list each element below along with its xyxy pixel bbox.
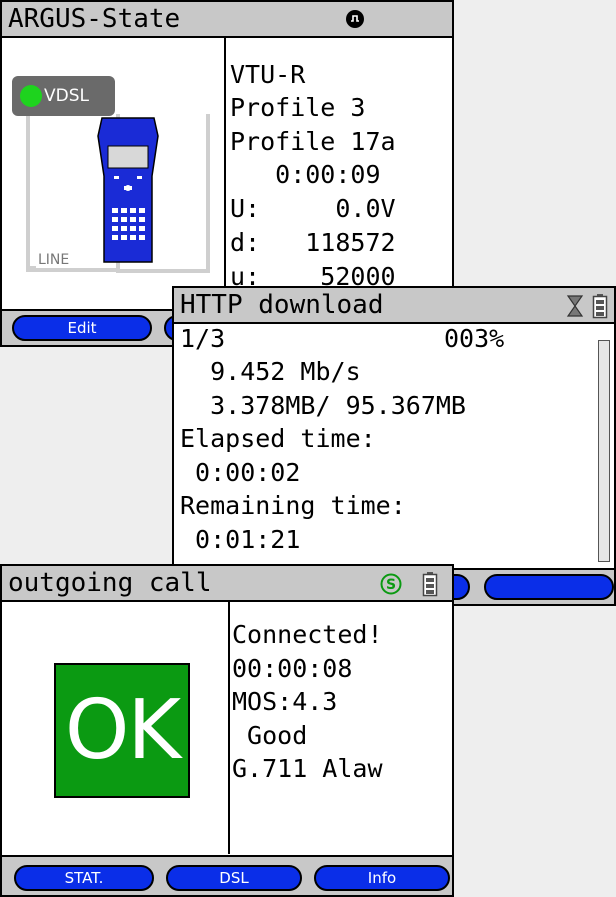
outgoing-call-title: outgoing call: [8, 568, 212, 598]
elapsed-time-value: 0:00:02: [180, 458, 301, 487]
outgoing-call-window: outgoing call S OK Connected! 00:00:08 M…: [0, 564, 454, 897]
ok-status-indicator: OK: [54, 663, 190, 798]
hourglass-icon: [566, 295, 584, 317]
argus-state-line: Profile 3: [230, 93, 366, 122]
line-label: LINE: [38, 252, 70, 268]
remaining-time-value: 0:01:21: [180, 525, 301, 554]
argus-device-icon: [97, 117, 159, 263]
s-circle-icon: S: [380, 573, 402, 595]
svg-text:S: S: [386, 577, 396, 593]
call-status-line: G.711 Alaw: [232, 754, 383, 783]
vdsl-status-box: VDSL: [12, 76, 115, 116]
softkey-3-button[interactable]: [484, 574, 614, 600]
http-download-window: HTTP download 1/3 003% 9.452 Mb/s 3.378M…: [172, 286, 616, 606]
call-status-line: 00:00:08: [232, 654, 353, 683]
argus-state-line: U: 0.0V: [230, 194, 396, 223]
outgoing-call-divider: [228, 602, 230, 854]
battery-icon: [422, 572, 438, 597]
download-rate: 9.452 Mb/s: [180, 357, 361, 386]
call-status-line: MOS:4.3: [232, 687, 338, 716]
edit-button[interactable]: Edit: [12, 315, 152, 341]
argus-state-title-bar: ARGUS-State: [2, 2, 452, 38]
elapsed-time-label: Elapsed time:: [180, 424, 376, 453]
remaining-time-label: Remaining time:: [180, 491, 406, 520]
download-counter: 1/3: [180, 324, 226, 353]
argus-state-line: d: 118572: [230, 228, 396, 257]
argus-state-line: Profile 17a: [230, 127, 396, 156]
stat-button[interactable]: STAT.: [14, 865, 154, 891]
record-icon: [346, 10, 364, 28]
http-download-title-bar: HTTP download: [174, 288, 614, 324]
download-size: 3.378MB/ 95.367MB: [180, 391, 466, 420]
http-download-title: HTTP download: [180, 290, 384, 320]
vdsl-label: VDSL: [44, 86, 89, 106]
outgoing-call-softkey-bar: STAT. DSL Info: [2, 855, 452, 895]
argus-state-title: ARGUS-State: [8, 4, 181, 34]
call-status-line: Good: [232, 721, 308, 750]
line-wire-left: [26, 114, 36, 270]
download-percent: 003%: [444, 324, 505, 353]
dsl-button[interactable]: DSL: [166, 865, 302, 891]
outgoing-call-title-bar: outgoing call S: [2, 566, 452, 602]
battery-icon: [592, 294, 608, 319]
vdsl-led-icon: [20, 85, 42, 107]
scrollbar[interactable]: [598, 340, 610, 562]
argus-state-line: 0:00:09: [230, 160, 381, 189]
call-status-line: Connected!: [232, 620, 383, 649]
argus-state-divider: [224, 38, 226, 313]
info-button[interactable]: Info: [314, 865, 450, 891]
argus-state-line: VTU-R: [230, 60, 306, 89]
